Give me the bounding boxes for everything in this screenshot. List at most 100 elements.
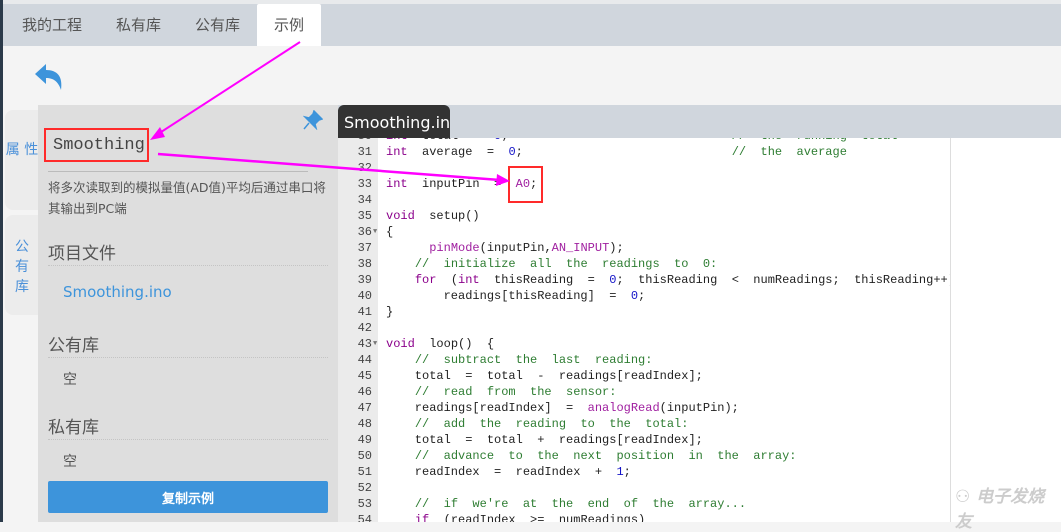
tab-public-lib[interactable]: 公有库 bbox=[178, 4, 257, 46]
code-line[interactable]: 46 // read from the sensor: bbox=[338, 384, 950, 400]
code-line[interactable]: 35 void setup() bbox=[338, 208, 950, 224]
code-line[interactable]: 41} bbox=[338, 304, 950, 320]
code-line[interactable]: 45 total = total - readings[readIndex]; bbox=[338, 368, 950, 384]
code-text: readings[readIndex] = analogRead(inputPi… bbox=[386, 400, 739, 416]
code-line[interactable]: 36 ▼ { bbox=[338, 224, 950, 240]
code-token: for bbox=[414, 273, 437, 287]
line-number: 49 bbox=[357, 433, 372, 447]
code-line[interactable]: 37 pinMode(inputPin,AN_INPUT); bbox=[338, 240, 950, 256]
code-line[interactable]: 40 readings[thisReading] = 0; bbox=[338, 288, 950, 304]
code-text: total = total + readings[readIndex]; bbox=[386, 432, 703, 448]
line-number: 42 bbox=[357, 321, 372, 335]
code-token: // advance to the next position in the a… bbox=[414, 449, 797, 463]
code-token: total = total + readings[readIndex]; bbox=[386, 433, 703, 447]
line-number: 35 bbox=[357, 209, 372, 223]
code-text: total = total - readings[readIndex]; bbox=[386, 368, 703, 384]
fold-toggle-icon[interactable]: ▼ bbox=[373, 336, 377, 352]
side-tab-properties[interactable]: 属 性 bbox=[5, 110, 39, 210]
code-token: // add the reading to the total: bbox=[414, 417, 689, 431]
code-token: int bbox=[386, 138, 408, 143]
line-number: 45 bbox=[357, 369, 372, 383]
code-token: 0 bbox=[508, 145, 516, 159]
code-token: // if we're at the end of the array... bbox=[414, 497, 747, 511]
code-line[interactable]: 44 // subtract the last reading: bbox=[338, 352, 950, 368]
code-line[interactable]: 52 bbox=[338, 480, 950, 496]
line-number: 32 bbox=[357, 161, 372, 175]
line-number: 43 bbox=[357, 337, 372, 351]
code-text: int average = 0; // the average bbox=[386, 144, 847, 160]
code-line[interactable]: 32 bbox=[338, 160, 950, 176]
toolbar bbox=[3, 46, 1061, 105]
pin-icon[interactable] bbox=[303, 110, 323, 130]
editor-tab-file[interactable]: Smoothing.ino bbox=[338, 105, 450, 138]
code-text: void setup() bbox=[386, 208, 480, 224]
back-arrow-icon[interactable] bbox=[33, 62, 65, 92]
divider bbox=[48, 357, 328, 358]
public-lib-heading: 公有库 bbox=[48, 336, 99, 356]
code-line[interactable]: 31 int average = 0; // the average bbox=[338, 144, 950, 160]
right-pane bbox=[950, 138, 1061, 522]
code-token: readIndex = readIndex + bbox=[386, 465, 617, 479]
code-line[interactable]: 33 int inputPin = A0; bbox=[338, 176, 950, 192]
code-text: // advance to the next position in the a… bbox=[386, 448, 797, 464]
code-line[interactable]: 39 for (int thisReading = 0; thisReading… bbox=[338, 272, 950, 288]
code-token: ; bbox=[638, 289, 646, 303]
code-line[interactable]: 38 // initialize all the readings to 0: bbox=[338, 256, 950, 272]
code-line[interactable]: 42 bbox=[338, 320, 950, 336]
code-line[interactable]: 43 ▼ void loop() { bbox=[338, 336, 950, 352]
editor-tabbar: Smoothing.ino bbox=[338, 105, 950, 138]
code-token: inputPin = bbox=[407, 177, 516, 191]
private-lib-empty: 空 bbox=[63, 454, 77, 470]
editor-tabbar-right bbox=[950, 105, 1061, 138]
code-text: // read from the sensor: bbox=[386, 384, 617, 400]
file-link[interactable]: Smoothing.ino bbox=[63, 283, 172, 301]
code-text: // add the reading to the total: bbox=[386, 416, 689, 432]
code-token: (inputPin); bbox=[659, 401, 739, 415]
line-number: 41 bbox=[357, 305, 372, 319]
code-line[interactable]: 53 // if we're at the end of the array..… bbox=[338, 496, 950, 512]
code-line[interactable]: 47 readings[readIndex] = analogRead(inpu… bbox=[338, 400, 950, 416]
code-token: int bbox=[458, 273, 480, 287]
code-line[interactable]: 49 total = total + readings[readIndex]; bbox=[338, 432, 950, 448]
copy-example-button[interactable]: 复制示例 bbox=[48, 481, 328, 513]
code-line[interactable]: 51 readIndex = readIndex + 1; bbox=[338, 464, 950, 480]
line-number: 38 bbox=[357, 257, 372, 271]
tab-examples[interactable]: 示例 bbox=[257, 4, 322, 46]
line-number: 34 bbox=[357, 193, 372, 207]
code-editor[interactable]: 30int total = 0; // the running total31i… bbox=[338, 138, 950, 522]
tab-my-projects[interactable]: 我的工程 bbox=[5, 4, 99, 46]
code-text: readings[thisReading] = 0; bbox=[386, 288, 646, 304]
fold-toggle-icon[interactable]: ▼ bbox=[373, 224, 377, 240]
line-number: 52 bbox=[357, 481, 372, 495]
code-token: readings[thisReading] = bbox=[386, 289, 631, 303]
code-token: total = bbox=[408, 138, 494, 143]
code-token: AN_INPUT bbox=[551, 241, 610, 255]
code-text: } bbox=[386, 304, 393, 320]
code-token: // initialize all the readings to 0: bbox=[414, 257, 718, 271]
divider bbox=[48, 439, 328, 440]
code-token: loop() { bbox=[414, 337, 495, 351]
line-number: 51 bbox=[357, 465, 372, 479]
code-line[interactable]: 48 // add the reading to the total: bbox=[338, 416, 950, 432]
properties-panel: Smoothing 将多次读取到的模拟量值(AD值)平均后通过串口将其输出到PC… bbox=[38, 105, 338, 522]
code-text: if (readIndex >= numReadings) bbox=[386, 512, 645, 522]
code-token: average = bbox=[407, 145, 509, 159]
line-number: 36 bbox=[357, 225, 372, 239]
code-lines: 30int total = 0; // the running total31i… bbox=[338, 138, 950, 522]
side-tab-public-lib[interactable]: 公 有 库 bbox=[5, 215, 39, 315]
divider bbox=[48, 265, 328, 266]
code-token: // the running total bbox=[732, 138, 898, 143]
code-token: setup() bbox=[414, 209, 480, 223]
code-token: { bbox=[386, 225, 394, 239]
title-underline bbox=[48, 171, 308, 172]
tab-private-lib[interactable]: 私有库 bbox=[99, 4, 178, 46]
example-title[interactable]: Smoothing bbox=[53, 136, 145, 155]
project-files-heading: 项目文件 bbox=[48, 244, 116, 264]
code-line[interactable]: 34 bbox=[338, 192, 950, 208]
code-token: ; bbox=[501, 138, 731, 143]
code-line[interactable]: 54 if (readIndex >= numReadings) bbox=[338, 512, 950, 522]
code-line[interactable]: 50 // advance to the next position in th… bbox=[338, 448, 950, 464]
